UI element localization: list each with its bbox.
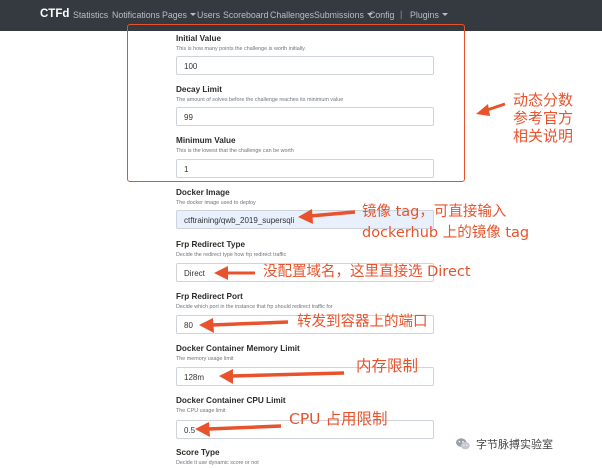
annotation-dynamic-score-line-1: 动态分数 xyxy=(513,91,574,109)
annotation-docker-image-line-1: 镜像 tag，可直接输入 xyxy=(362,204,507,220)
arrow-dynamic-score xyxy=(476,102,506,116)
watermark-text: 字节脉搏实验室 xyxy=(476,438,553,451)
arrow-cpu xyxy=(195,422,282,437)
arrow-docker-image xyxy=(298,209,356,224)
annotation-docker-image: 镜像 tag，可直接输入 dockerhub 上的镜像 tag xyxy=(362,202,529,244)
watermark: 字节脉搏实验室 xyxy=(452,433,556,455)
annotation-dynamic-score: 动态分数 参考官方 相关说明 xyxy=(513,91,573,145)
annotation-dynamic-score-line-2: 参考官方 xyxy=(513,109,574,127)
annotation-cpu: CPU 占用限制 xyxy=(289,410,388,428)
arrow-memory xyxy=(219,369,345,384)
arrow-redirect-port xyxy=(199,318,289,333)
annotation-memory: 内存限制 xyxy=(356,357,419,375)
arrow-redirect-type xyxy=(214,266,255,280)
wechat-icon xyxy=(456,438,470,450)
annotation-docker-image-line-2: dockerhub 上的镜像 tag xyxy=(362,225,530,241)
annotation-redirect-port: 转发到容器上的端口 xyxy=(297,314,428,330)
annotation-dynamic-score-line-3: 相关说明 xyxy=(513,127,574,145)
annotation-redirect-type: 没配置域名，这里直接选 Direct xyxy=(263,264,471,280)
